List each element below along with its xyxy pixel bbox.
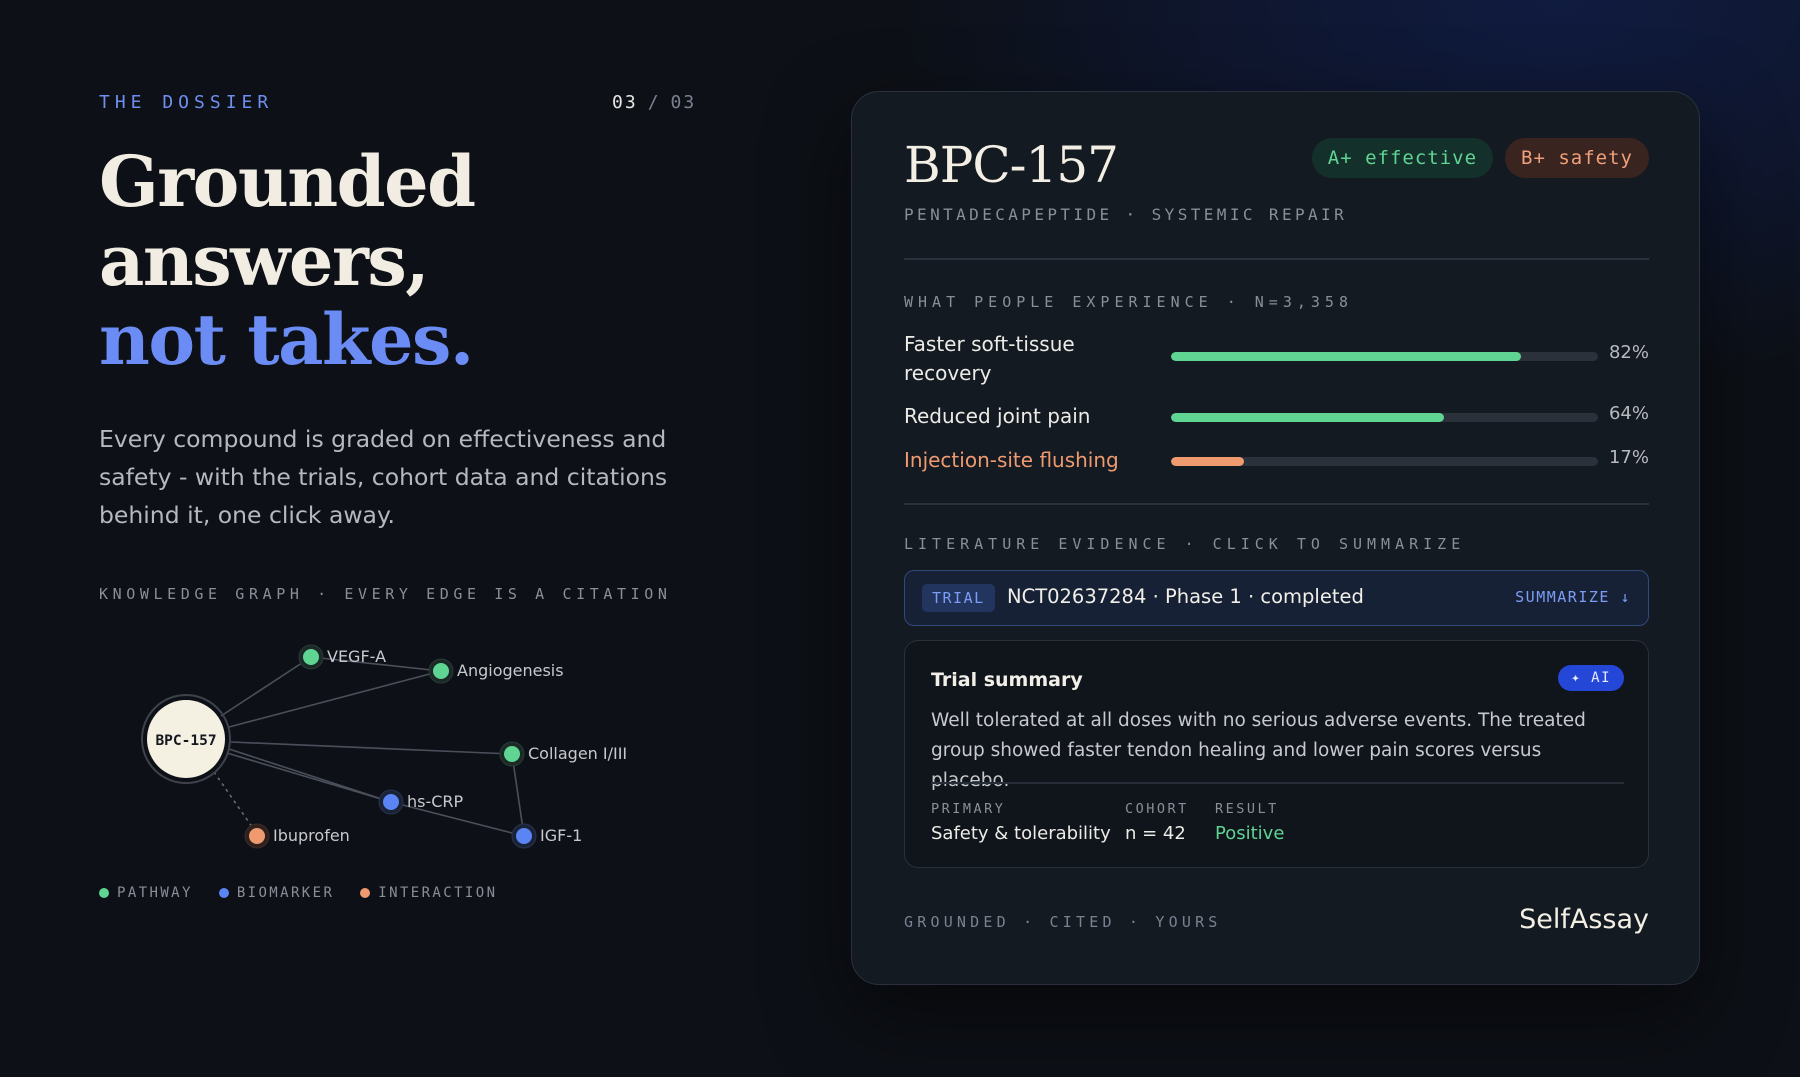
node-label-vegfa: VEGF-A [327, 647, 386, 666]
slide-pager: 03 / 03 [612, 92, 696, 113]
experience-percent: 17% [1608, 447, 1649, 468]
experience-section-label: WHAT PEOPLE EXPERIENCE · N=3,358 [904, 293, 1353, 311]
safety-grade-badge: B+ safety [1505, 138, 1649, 178]
edge-collagen [230, 741, 513, 755]
edge-ibuprofen [213, 771, 258, 835]
legend-pathway: PATHWAY [99, 885, 193, 901]
experience-bar-track [1171, 413, 1598, 422]
trial-text: NCT02637284 · Phase 1 · completed [1007, 585, 1364, 608]
headline-line-1: Grounded [99, 140, 476, 223]
experience-percent: 82% [1608, 342, 1649, 363]
legend-biomarker: BIOMARKER [218, 885, 335, 901]
experience-label: Faster soft-tissue recovery [904, 332, 1075, 385]
node-label-collagen: Collagen I/III [528, 744, 627, 763]
experience-bar-track [1171, 457, 1598, 466]
card-footer-tagline: GROUNDED · CITED · YOURS [904, 913, 1222, 931]
experience-label: Injection-site flushing [904, 448, 1119, 472]
node-label-ibuprofen: Ibuprofen [273, 826, 350, 845]
experience-row: Reduced joint pain 64% [904, 402, 1649, 432]
divider-top [904, 258, 1649, 260]
summary-divider [931, 782, 1624, 784]
headline-line-3: not takes. [99, 298, 474, 381]
experience-bar-fill [1171, 457, 1244, 466]
result-label: RESULT [1215, 801, 1279, 817]
literature-section-label: LITERATURE EVIDENCE · CLICK TO SUMMARIZE [904, 535, 1466, 553]
ai-badge: ✦ AI [1558, 665, 1624, 691]
cohort-label: COHORT [1125, 801, 1189, 817]
trial-row[interactable]: TRIAL NCT02637284 · Phase 1 · completed … [904, 570, 1649, 626]
summary-cohort: COHORT n = 42 [1125, 801, 1189, 844]
graph-edges [213, 656, 525, 837]
legend-dot-interaction [360, 888, 371, 898]
compound-card: BPC-157 A+ effective B+ safety PENTADECA… [851, 91, 1700, 985]
experience-label: Reduced joint pain [904, 404, 1091, 428]
experience-bar-fill [1171, 352, 1522, 361]
summary-primary: PRIMARY Safety & tolerability [931, 801, 1111, 844]
primary-label: PRIMARY [931, 801, 1006, 817]
graph-node-hscrp[interactable]: hs-CRP [378, 789, 464, 815]
knowledge-graph: BPC-157 VEGF-A Angiogenesis Collagen I/I… [141, 644, 627, 849]
legend-label-biomarker: BIOMARKER [236, 885, 335, 901]
trial-summary-panel: Trial summary ✦ AI Well tolerated at all… [904, 640, 1649, 868]
experience-row: Faster soft-tissue recovery 82% [904, 330, 1649, 385]
graph-label: KNOWLEDGE GRAPH · EVERY EDGE IS A CITATI… [99, 585, 672, 603]
edge-hscrp-2 [226, 752, 392, 803]
compound-subtitle: PENTADECAPEPTIDE · SYSTEMIC REPAIR [904, 205, 1348, 224]
cohort-value: n = 42 [1125, 823, 1186, 844]
center-node-label: BPC-157 [155, 733, 216, 749]
experience-row: Injection-site flushing 17% [904, 446, 1649, 476]
pager-separator: / [647, 92, 661, 113]
lede-paragraph: Every compound is graded on effectivenes… [99, 425, 668, 529]
graph-node-igf1[interactable]: IGF-1 [511, 823, 582, 849]
headline: Grounded answers, not takes. [99, 140, 476, 381]
edge-angiogenesis [228, 670, 442, 728]
legend-interaction: INTERACTION [360, 885, 497, 901]
graph-node-angiogenesis[interactable]: Angiogenesis [428, 658, 564, 684]
pager-total: 03 [670, 92, 697, 113]
node-label-igf1: IGF-1 [540, 826, 582, 845]
grade-badges: A+ effective B+ safety [1311, 138, 1649, 178]
experience-bar-fill [1171, 413, 1445, 422]
node-label-hscrp: hs-CRP [407, 792, 464, 811]
graph-center-node[interactable]: BPC-157 [141, 694, 231, 784]
summary-result: RESULT Positive [1215, 801, 1284, 844]
graph-legend: PATHWAY BIOMARKER INTERACTION [99, 885, 497, 901]
eyebrow-label: THE DOSSIER [99, 92, 274, 113]
summarize-button[interactable]: SUMMARIZE ↓ [1515, 588, 1631, 606]
pager-current: 03 [612, 92, 638, 113]
experience-percent: 64% [1608, 403, 1649, 424]
edge-vegfa [220, 656, 312, 717]
graph-node-ibuprofen[interactable]: Ibuprofen [244, 823, 350, 849]
legend-dot-biomarker [218, 888, 229, 898]
summary-title: Trial summary [931, 669, 1083, 691]
compound-title: BPC-157 [904, 136, 1119, 194]
legend-dot-pathway [99, 888, 109, 898]
graph-node-vegfa[interactable]: VEGF-A [298, 644, 386, 670]
effective-grade-badge: A+ effective [1311, 138, 1494, 178]
trial-tag: TRIAL [922, 584, 995, 612]
experience-bar-track [1171, 352, 1598, 361]
result-value: Positive [1215, 823, 1285, 844]
graph-node-collagen[interactable]: Collagen I/III [499, 741, 627, 767]
divider-middle [904, 503, 1649, 505]
node-label-angiogenesis: Angiogenesis [457, 661, 564, 680]
legend-label-interaction: INTERACTION [378, 885, 498, 901]
legend-label-pathway: PATHWAY [117, 885, 193, 901]
headline-line-2: answers, [99, 219, 430, 302]
primary-value: Safety & tolerability [931, 823, 1111, 844]
brand-wordmark: SelfAssay [1519, 904, 1649, 935]
